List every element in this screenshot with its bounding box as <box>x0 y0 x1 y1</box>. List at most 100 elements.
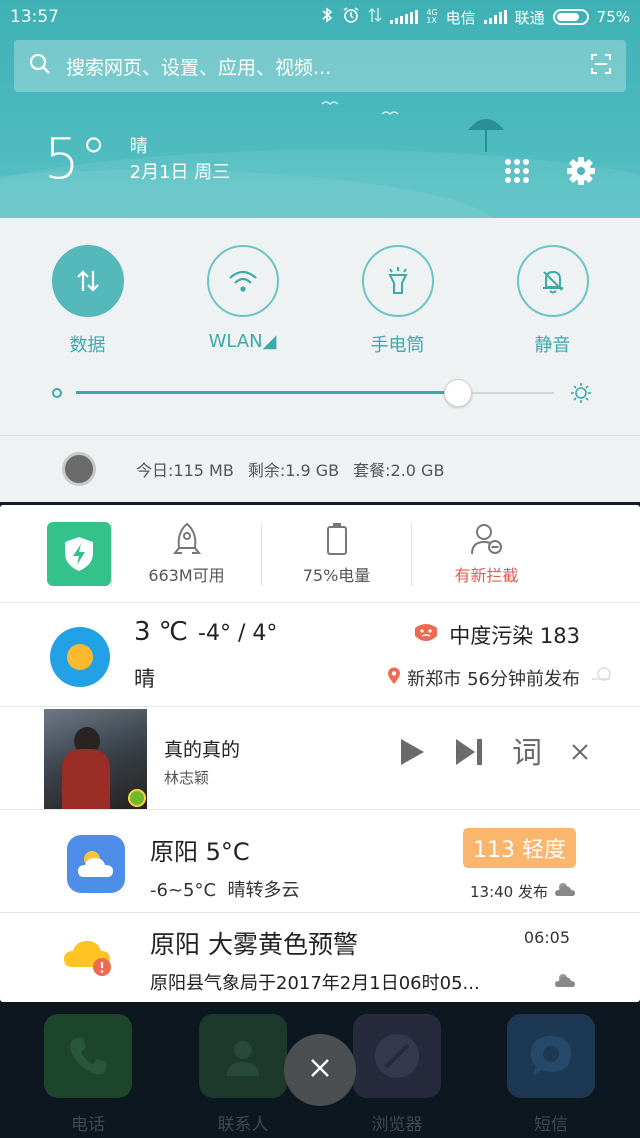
air-quality-text: 中度污染 183 <box>449 624 580 648</box>
cloudy-small-icon <box>554 971 576 993</box>
dock-app-contacts[interactable]: 联系人 <box>199 1014 287 1135</box>
message-icon <box>507 1014 595 1098</box>
play-icon[interactable] <box>398 737 426 771</box>
toggle-label: 手电筒 <box>370 335 425 356</box>
usage-today: 今日:115 MB <box>136 461 234 480</box>
birds-decoration-icon <box>320 98 420 124</box>
carrier-2: 联通 <box>514 8 545 27</box>
slider-fill <box>76 391 459 394</box>
slider-knob[interactable] <box>444 379 473 407</box>
city-temp-range: -6~5°C <box>150 880 217 901</box>
battery-level-text: 75%电量 <box>302 565 371 585</box>
settings-gear-icon[interactable] <box>566 156 596 190</box>
data-transfer-icon <box>368 6 382 28</box>
pollution-mask-icon <box>413 622 439 649</box>
usage-remaining: 剩余:1.9 GB <box>247 461 340 480</box>
toggle-mobile-data[interactable]: 数据 <box>28 245 148 357</box>
header-weather[interactable]: 5° 晴 2月1日 周三 <box>44 132 230 188</box>
weather-notification[interactable]: 3 ℃ -4° / 4° 晴 中度污染 183 新郑市 56分钟前发布 <box>0 603 640 707</box>
intercept-text: 有新拦截 <box>454 565 519 585</box>
search-icon <box>28 52 52 81</box>
wifi-icon <box>206 245 279 317</box>
cloudy-small-icon <box>554 880 576 902</box>
memory-available: 663M可用 <box>148 565 225 585</box>
battery-icon <box>552 9 589 25</box>
next-track-icon[interactable] <box>454 737 484 771</box>
weather-temperature: 3 ℃ -4° / 4° <box>134 617 277 647</box>
bluetooth-icon <box>320 6 334 28</box>
city-weather-detail: -6~5°C 晴转多云 <box>150 876 300 902</box>
security-center-notification[interactable]: 663M可用 75%电量 有新拦截 <box>0 505 640 603</box>
usage-plan: 套餐:2.0 GB <box>353 461 445 480</box>
search-bar[interactable]: 搜索网页、设置、应用、视频... <box>14 40 626 92</box>
city-publish-time: 13:40 发布 <box>470 880 576 902</box>
header-condition: 晴 <box>129 136 148 157</box>
dismiss-all-button[interactable] <box>284 1034 356 1106</box>
toggle-silent[interactable]: 静音 <box>493 245 613 357</box>
current-temp: 3 ℃ <box>134 617 189 647</box>
toggle-label: 数据 <box>69 335 106 356</box>
umbrella-decoration-icon <box>466 112 506 160</box>
app-grid-icon[interactable] <box>504 158 530 188</box>
browser-icon <box>353 1014 441 1098</box>
lyrics-button[interactable]: 词 <box>512 739 542 769</box>
battery-percent: 75% <box>596 8 630 26</box>
dock-label: 电话 <box>71 1115 105 1135</box>
brightness-low-icon <box>52 388 62 398</box>
air-quality: 中度污染 183 <box>413 620 580 650</box>
brightness-slider[interactable] <box>52 378 592 408</box>
intercept-notice[interactable]: 有新拦截 <box>411 521 561 586</box>
contacts-icon <box>199 1014 287 1098</box>
song-artist: 林志颖 <box>164 769 210 787</box>
notification-list: 663M可用 75%电量 有新拦截 3 ℃ -4° / 4° 晴 中度污染 183 <box>0 505 640 1002</box>
network-type: 4G 1X <box>426 9 437 25</box>
data-usage-pie-icon <box>62 452 96 486</box>
close-icon[interactable] <box>570 742 590 766</box>
dock-label: 浏览器 <box>371 1115 423 1135</box>
publish-time-text: 13:40 发布 <box>470 882 548 901</box>
song-title: 真的真的 <box>164 739 241 761</box>
network-1x: 1X <box>426 16 437 25</box>
alert-title: 原阳 大雾黄色预警 <box>150 930 358 959</box>
weather-app-icon <box>67 835 125 893</box>
rocket-icon <box>172 522 202 560</box>
dock-app-browser[interactable]: 浏览器 <box>353 1014 441 1135</box>
divider <box>0 435 640 436</box>
alert-time: 06:05 <box>523 928 570 947</box>
faded-weather-icon <box>590 665 614 690</box>
aqi-badge: 113 轻度 <box>463 828 576 868</box>
header-temperature: 5° <box>44 127 108 192</box>
dock-app-messages[interactable]: 短信 <box>507 1014 595 1135</box>
flashlight-icon <box>361 245 434 317</box>
status-bar: 13:57 4G 1X 电信 联通 75% <box>0 0 640 34</box>
scan-icon[interactable] <box>590 53 612 80</box>
toggle-flashlight[interactable]: 手电筒 <box>338 245 458 357</box>
dock-label: 联系人 <box>217 1115 269 1135</box>
fog-warning-icon <box>62 935 116 981</box>
memory-cleanup[interactable]: 663M可用 <box>111 521 261 586</box>
alarm-icon <box>342 6 360 28</box>
location-pin-icon <box>387 667 401 690</box>
album-art-figure <box>62 749 110 809</box>
quick-settings-panel: 数据 WLAN◢ 手电筒 静音 今日:115 MB 剩余:1.9 GB 套餐:2… <box>0 218 640 502</box>
data-usage-summary[interactable]: 今日:115 MB 剩余:1.9 GB 套餐:2.0 GB <box>62 452 458 486</box>
phone-icon <box>44 1014 132 1098</box>
weather-condition: 晴 <box>134 667 155 691</box>
music-player-notification[interactable]: 真的真的 林志颖 词 <box>0 707 640 810</box>
dock-app-phone[interactable]: 电话 <box>44 1014 132 1135</box>
carrier-1: 电信 <box>445 8 476 27</box>
weather-alert-notification[interactable]: 原阳 大雾黄色预警 原阳县气象局于2017年2月1日06时05... 06:05 <box>0 913 640 1002</box>
city-weather-title: 原阳 5°C <box>150 838 250 866</box>
security-shield-icon <box>47 521 111 586</box>
notification-header: 13:57 4G 1X 电信 联通 75% 搜索网页、设置、应用、视频... 5… <box>0 0 640 218</box>
data-arrows-icon <box>51 245 124 317</box>
toggle-wlan[interactable]: WLAN◢ <box>183 245 303 357</box>
battery-status[interactable]: 75%电量 <box>261 521 411 586</box>
status-time: 13:57 <box>10 7 59 27</box>
dock-label: 短信 <box>534 1115 568 1135</box>
bell-off-icon <box>516 245 589 317</box>
city-condition: 晴转多云 <box>227 880 300 901</box>
close-icon <box>309 1057 331 1083</box>
publish-time: 56分钟前发布 <box>467 669 580 690</box>
city-weather-notification[interactable]: 原阳 5°C -6~5°C 晴转多云 113 轻度 13:40 发布 <box>0 810 640 913</box>
